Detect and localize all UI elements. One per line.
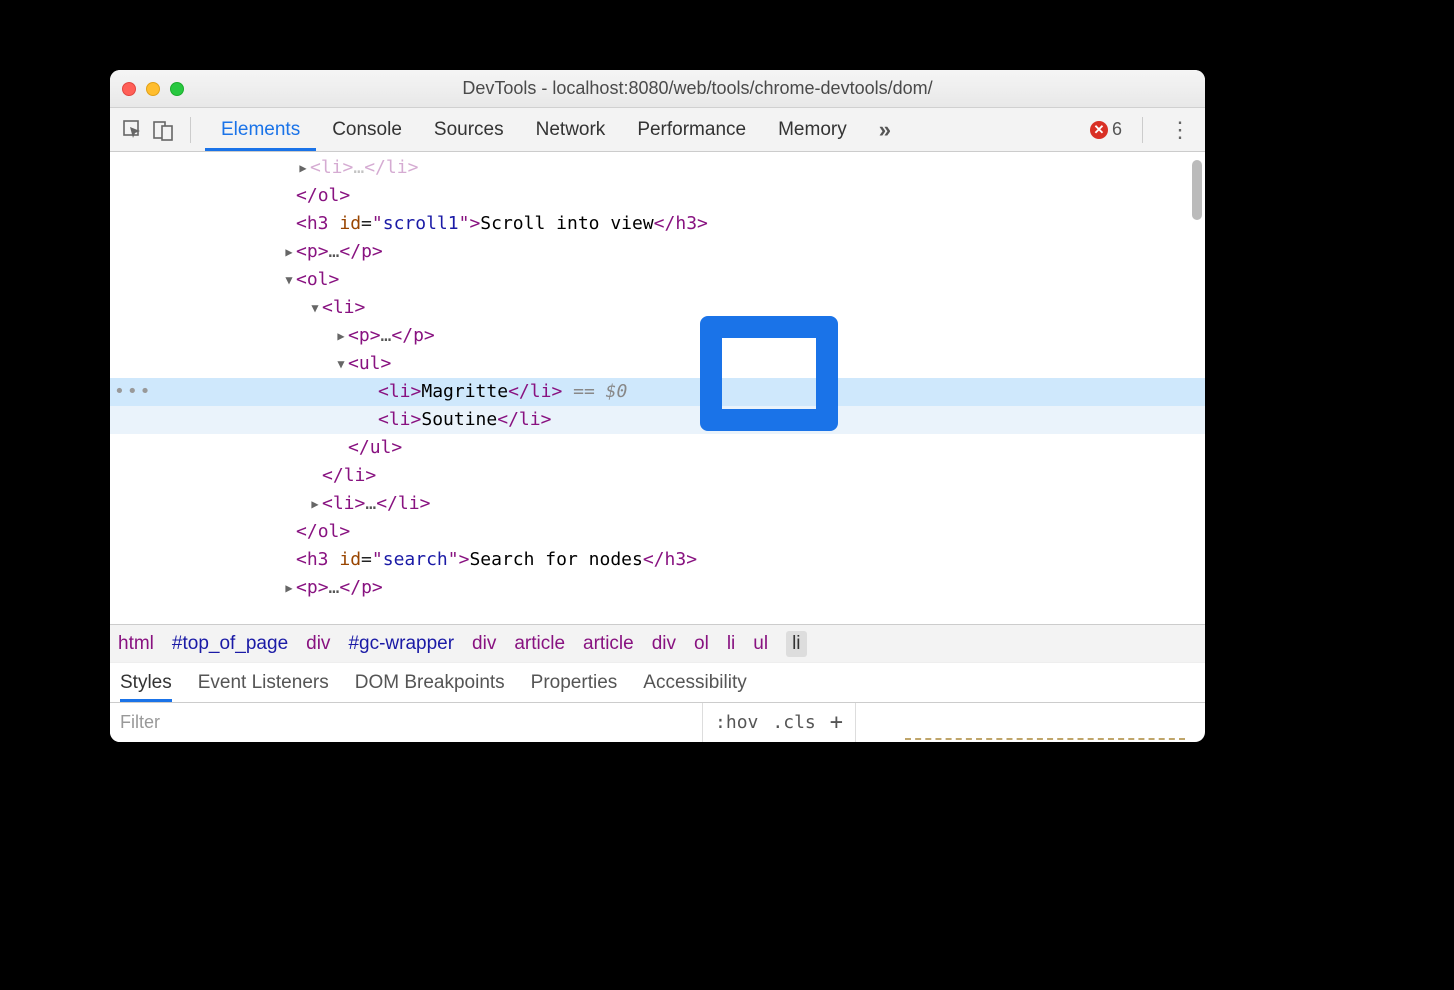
breadcrumb-item[interactable]: article [583, 633, 634, 655]
traffic-lights [122, 82, 184, 96]
toolbar-separator [1142, 117, 1143, 143]
cls-toggle[interactable]: .cls [772, 712, 815, 733]
dom-node-row[interactable]: </ul> [110, 434, 1205, 462]
styles-filter-row: :hov .cls + [110, 702, 1205, 742]
breadcrumb-item[interactable]: ul [753, 633, 768, 655]
devtools-toolbar: Elements Console Sources Network Perform… [110, 108, 1205, 152]
hov-toggle[interactable]: :hov [715, 712, 758, 733]
dom-node-row[interactable]: ▼<ul> [110, 350, 1205, 378]
dom-node-row[interactable]: </ol> [110, 182, 1205, 210]
disclosure-triangle-icon[interactable]: ▼ [334, 350, 348, 378]
tabs-overflow-icon[interactable]: » [863, 108, 907, 151]
disclosure-triangle-icon[interactable]: ▼ [308, 294, 322, 322]
box-model-preview [855, 703, 1205, 742]
devtools-window: DevTools - localhost:8080/web/tools/chro… [110, 70, 1205, 742]
disclosure-triangle-icon[interactable]: ▶ [296, 154, 310, 182]
subtab-accessibility[interactable]: Accessibility [643, 663, 746, 702]
breadcrumb-item[interactable]: div [472, 633, 496, 655]
breadcrumb-item[interactable]: ol [694, 633, 709, 655]
minimize-window-icon[interactable] [146, 82, 160, 96]
subtab-properties[interactable]: Properties [531, 663, 618, 702]
device-toolbar-icon[interactable] [150, 117, 176, 143]
disclosure-triangle-icon[interactable]: ▶ [308, 490, 322, 518]
subtab-dom-breakpoints[interactable]: DOM Breakpoints [355, 663, 505, 702]
kebab-menu-icon[interactable]: ⋮ [1163, 117, 1195, 143]
disclosure-triangle-icon[interactable]: ▶ [334, 322, 348, 350]
subtab-styles[interactable]: Styles [120, 663, 172, 702]
tab-performance[interactable]: Performance [621, 108, 762, 151]
disclosure-triangle-icon[interactable]: ▶ [282, 574, 296, 602]
dom-node-row[interactable]: ▼<li> [110, 294, 1205, 322]
tab-sources[interactable]: Sources [418, 108, 520, 151]
styles-filter-input[interactable] [110, 703, 702, 742]
dom-tree[interactable]: ▶<li>…</li></ol><h3 id="scroll1">Scroll … [110, 152, 1205, 624]
tab-memory[interactable]: Memory [762, 108, 863, 151]
dom-node-row[interactable]: ▶<p>…</p> [110, 574, 1205, 602]
breadcrumb-item[interactable]: li [727, 633, 735, 655]
dom-node-row[interactable]: ▼<ol> [110, 266, 1205, 294]
breadcrumb-item[interactable]: #top_of_page [172, 633, 288, 655]
styles-pane-tabs: Styles Event Listeners DOM Breakpoints Prop… [110, 662, 1205, 702]
dom-node-row[interactable]: </ol> [110, 518, 1205, 546]
error-count: 6 [1112, 119, 1122, 140]
inspect-element-icon[interactable] [120, 117, 146, 143]
panel-tabs: Elements Console Sources Network Perform… [205, 108, 907, 151]
dom-node-row[interactable]: <li>Soutine</li> [110, 406, 1205, 434]
breadcrumb-item[interactable]: div [306, 633, 330, 655]
styles-filter-controls: :hov .cls + [702, 703, 855, 742]
new-style-rule-icon[interactable]: + [830, 710, 843, 735]
subtab-event-listeners[interactable]: Event Listeners [198, 663, 329, 702]
row-actions-icon[interactable]: ••• [114, 378, 153, 406]
zoom-window-icon[interactable] [170, 82, 184, 96]
disclosure-triangle-icon[interactable]: ▼ [282, 266, 296, 294]
tab-network[interactable]: Network [520, 108, 622, 151]
titlebar: DevTools - localhost:8080/web/tools/chro… [110, 70, 1205, 108]
breadcrumb-item[interactable]: html [118, 633, 154, 655]
dom-node-row[interactable]: •••<li>Magritte</li> == $0 [110, 378, 1205, 406]
tab-elements[interactable]: Elements [205, 108, 316, 151]
scrollbar-thumb[interactable] [1192, 160, 1202, 220]
breadcrumb-item[interactable]: li [786, 631, 806, 657]
toolbar-separator [190, 117, 191, 143]
window-title: DevTools - localhost:8080/web/tools/chro… [202, 78, 1193, 99]
highlight-overlay-icon [700, 316, 838, 431]
breadcrumb-item[interactable]: #gc-wrapper [348, 633, 454, 655]
dom-node-row[interactable]: </li> [110, 462, 1205, 490]
dom-node-row[interactable]: ▶<li>…</li> [110, 490, 1205, 518]
breadcrumb-item[interactable]: div [652, 633, 676, 655]
error-icon: ✕ [1090, 121, 1108, 139]
dom-node-row[interactable]: ▶<li>…</li> [110, 154, 1205, 182]
disclosure-triangle-icon[interactable]: ▶ [282, 238, 296, 266]
close-window-icon[interactable] [122, 82, 136, 96]
dom-node-row[interactable]: ▶<p>…</p> [110, 322, 1205, 350]
dom-node-row[interactable]: <h3 id="search">Search for nodes</h3> [110, 546, 1205, 574]
tab-console[interactable]: Console [316, 108, 418, 151]
dom-node-row[interactable]: ▶<p>…</p> [110, 238, 1205, 266]
error-count-badge[interactable]: ✕ 6 [1090, 119, 1122, 140]
breadcrumb-item[interactable]: article [514, 633, 565, 655]
dom-breadcrumbs: html #top_of_page div #gc-wrapper div article… [110, 624, 1205, 662]
dom-node-row[interactable]: <h3 id="scroll1">Scroll into view</h3> [110, 210, 1205, 238]
